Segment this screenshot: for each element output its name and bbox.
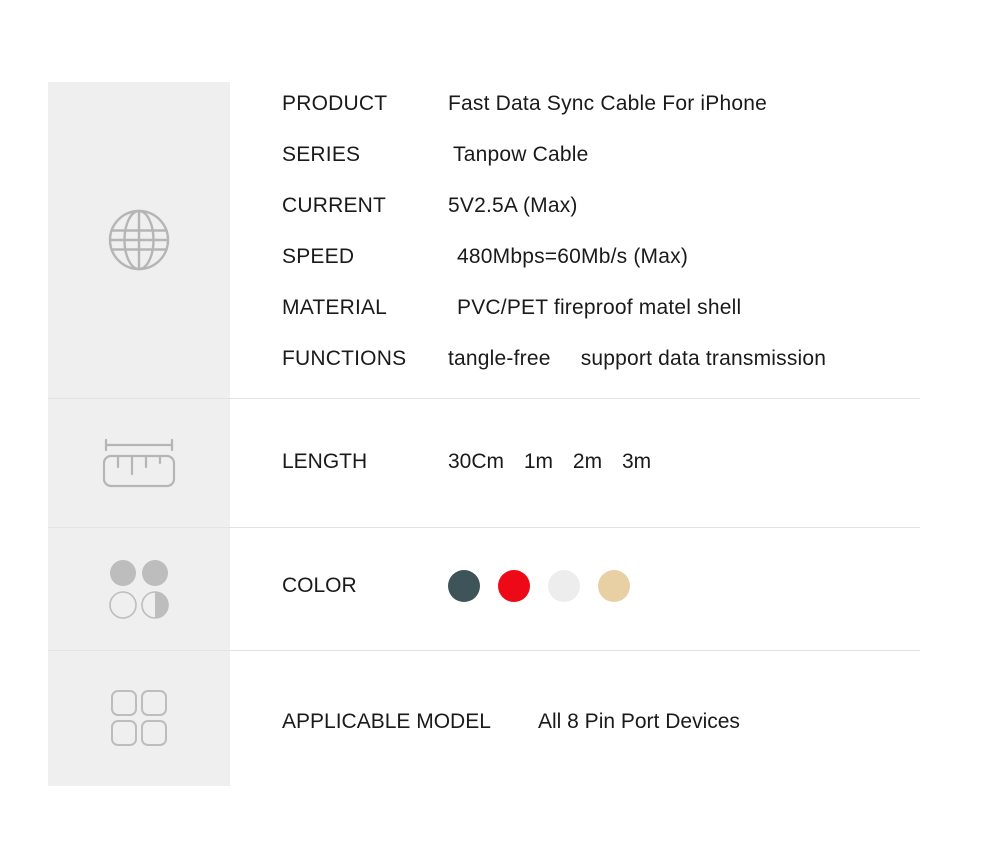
spec-label-series: SERIES	[282, 143, 361, 166]
spec-row-product: PRODUCT Fast Data Sync Cable For iPhone	[282, 92, 826, 143]
model-label: APPLICABLE MODEL	[282, 710, 491, 733]
color-circles-icon	[109, 559, 169, 619]
model-icon-cell	[48, 650, 230, 786]
color-row: COLOR	[282, 570, 630, 602]
color-swatch-dark-slate[interactable]	[448, 570, 480, 602]
length-content: LENGTH 30Cm 1m 2m 3m	[282, 450, 665, 474]
spec-value-speed: 480Mbps=60Mb/s (Max)	[457, 245, 689, 268]
spec-value-product: Fast Data Sync Cable For iPhone	[448, 92, 768, 115]
spec-label-functions: FUNCTIONS	[282, 347, 407, 370]
length-option: 2m	[572, 450, 603, 473]
spec-value-series: Tanpow Cable	[453, 143, 589, 166]
length-label: LENGTH	[282, 450, 368, 473]
spec-value-current: 5V2.5A (Max)	[448, 194, 578, 217]
model-value: All 8 Pin Port Devices	[538, 710, 740, 733]
specs-content: PRODUCT Fast Data Sync Cable For iPhone …	[282, 92, 826, 398]
length-icon-cell	[48, 398, 230, 527]
spec-label-material: MATERIAL	[282, 296, 388, 319]
color-swatches	[448, 570, 630, 602]
globe-icon	[108, 209, 170, 271]
spec-label-product: PRODUCT	[282, 92, 388, 115]
spec-value-material: PVC/PET fireproof matel shell	[457, 296, 742, 319]
color-label: COLOR	[282, 574, 357, 597]
spec-row-series: SERIES Tanpow Cable	[282, 143, 826, 194]
color-icon-cell	[48, 527, 230, 650]
grid-icon	[111, 690, 167, 746]
model-content: APPLICABLE MODEL All 8 Pin Port Devices	[282, 710, 740, 734]
ruler-icon	[102, 438, 176, 487]
length-option: 1m	[523, 450, 554, 473]
spec-row-material: MATERIAL PVC/PET fireproof matel shell	[282, 296, 826, 347]
spec-row-functions: FUNCTIONS tangle-free support data trans…	[282, 347, 826, 398]
spec-row-current: CURRENT 5V2.5A (Max)	[282, 194, 826, 245]
color-content: COLOR	[282, 570, 630, 602]
length-option: 3m	[621, 450, 652, 473]
spec-value-functions: tangle-free support data transmission	[448, 347, 826, 371]
length-options: 30Cm 1m 2m 3m	[448, 450, 665, 474]
spec-row-speed: SPEED 480Mbps=60Mb/s (Max)	[282, 245, 826, 296]
color-swatch-red[interactable]	[498, 570, 530, 602]
length-option: 30Cm	[448, 450, 505, 473]
product-spec-sheet: PRODUCT Fast Data Sync Cable For iPhone …	[0, 0, 1000, 861]
spec-value-functions-b: support data transmission	[580, 347, 827, 370]
specs-icon-cell	[48, 82, 230, 398]
length-row: LENGTH 30Cm 1m 2m 3m	[282, 450, 665, 474]
color-swatch-gold[interactable]	[598, 570, 630, 602]
spec-value-functions-a: tangle-free	[448, 347, 551, 370]
model-row: APPLICABLE MODEL All 8 Pin Port Devices	[282, 710, 740, 734]
spec-label-speed: SPEED	[282, 245, 355, 268]
spec-label-current: CURRENT	[282, 194, 387, 217]
color-swatch-white[interactable]	[548, 570, 580, 602]
